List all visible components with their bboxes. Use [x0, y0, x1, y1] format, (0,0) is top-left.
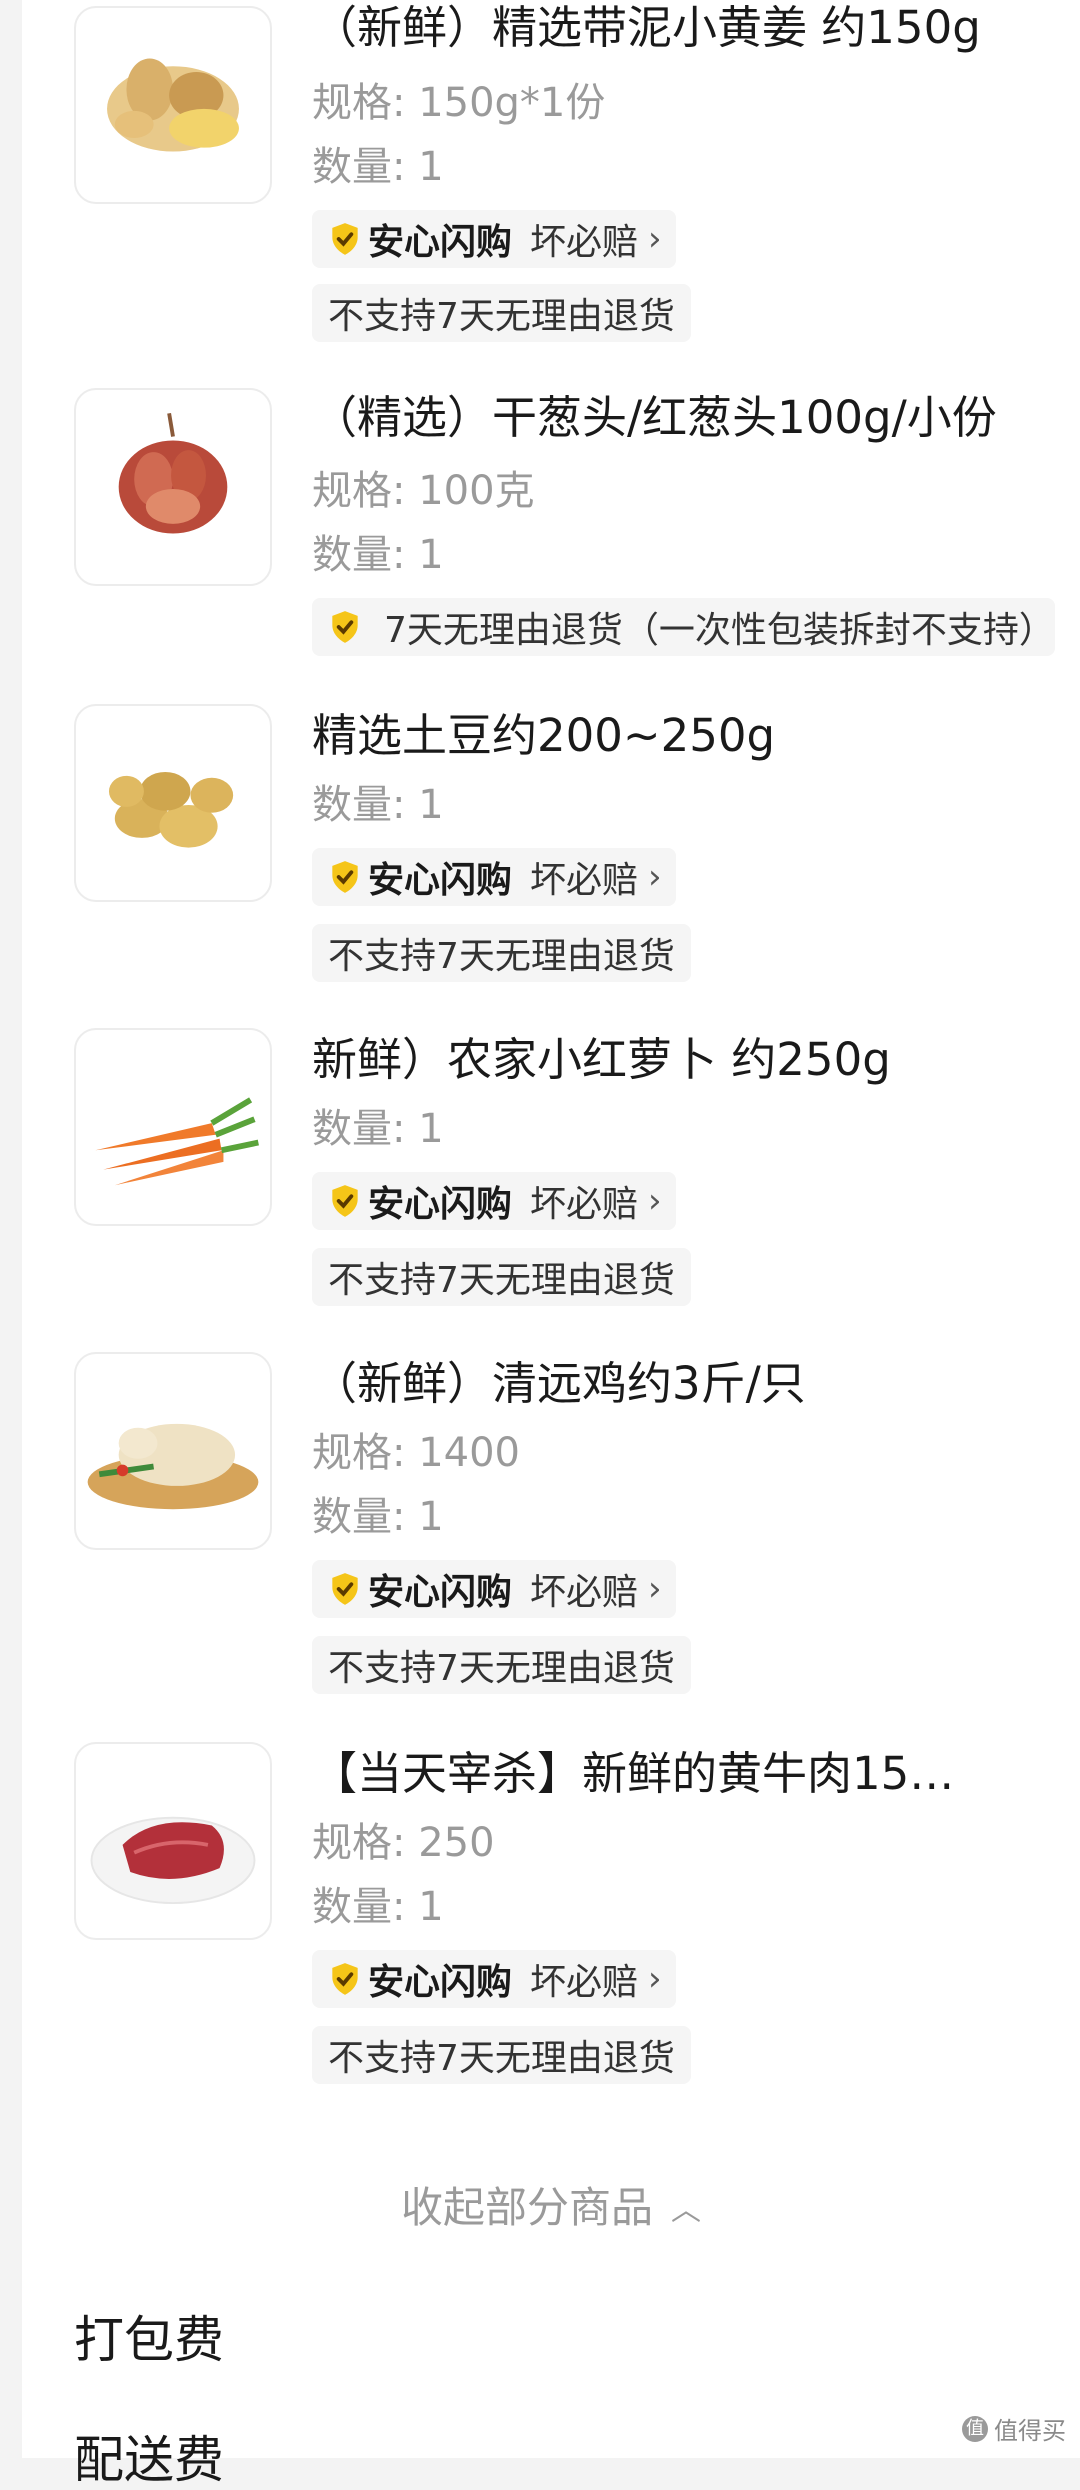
product-quantity: 数量: 1 [312, 1494, 444, 1540]
delivery-fee-label: 配送费 [74, 2431, 224, 2489]
return-policy-tag: 不支持7天无理由退货 [312, 284, 691, 342]
collapse-label: 收起部分商品 [400, 2183, 653, 2232]
order-items-card: （新鲜）精选带泥小黄姜 约150g 规格: 150g*1份 数量: 1 安心闪购… [22, 0, 1080, 2489]
badge-text: 7天无理由退货（一次性包装拆封不支持） [384, 610, 1055, 651]
return-policy-tag: 不支持7天无理由退货 [312, 924, 691, 982]
product-title[interactable]: 【当天宰杀】新鲜的黄牛肉15… [312, 1746, 1080, 1802]
guarantee-badge[interactable]: 安心闪购 坏必赔 › [312, 848, 676, 906]
product-title[interactable]: （新鲜）清远鸡约3斤/只 [312, 1356, 1080, 1412]
guarantee-badge[interactable]: 安心闪购 坏必赔 › [312, 1560, 676, 1618]
product-title[interactable]: （新鲜）精选带泥小黄姜 约150g [312, 0, 1080, 56]
chevron-up-icon: ︿ [671, 2192, 701, 2228]
shallot-image[interactable] [74, 388, 272, 586]
chicken-image[interactable] [74, 1352, 272, 1550]
watermark: 值 值得买 [962, 2411, 1066, 2446]
product-quantity: 数量: 1 [312, 144, 444, 190]
chevron-right-icon: › [648, 1959, 662, 1999]
ginger-image[interactable] [74, 6, 272, 204]
return-policy-tag: 不支持7天无理由退货 [312, 1248, 691, 1306]
badge-brand: 安心闪购 [368, 1962, 513, 2003]
product-quantity: 数量: 1 [312, 532, 444, 578]
badge-brand: 安心闪购 [368, 860, 513, 901]
product-spec: 规格: 250 [312, 1820, 495, 1866]
return-guarantee-badge[interactable]: 7天无理由退货（一次性包装拆封不支持） [312, 598, 1055, 656]
guarantee-badge[interactable]: 安心闪购 坏必赔 › [312, 210, 676, 268]
badge-subtext: 坏必赔 [530, 1184, 639, 1225]
product-title[interactable]: 新鲜）农家小红萝卜 约250g [312, 1032, 1080, 1088]
shield-check-icon [332, 611, 358, 643]
carrot-image[interactable] [74, 1028, 272, 1226]
potato-image[interactable] [74, 704, 272, 902]
shield-check-icon [332, 223, 358, 255]
product-spec: 规格: 1400 [312, 1430, 520, 1476]
chevron-right-icon: › [648, 857, 662, 897]
product-spec: 规格: 100克 [312, 468, 535, 514]
collapse-items-button[interactable]: 收起部分商品 ︿ [22, 2180, 1080, 2239]
return-policy-tag: 不支持7天无理由退货 [312, 2026, 691, 2084]
badge-subtext: 坏必赔 [530, 1572, 639, 1613]
shield-check-icon [332, 1963, 358, 1995]
shield-check-icon [332, 1573, 358, 1605]
badge-brand: 安心闪购 [368, 1184, 513, 1225]
chevron-right-icon: › [648, 1569, 662, 1609]
product-quantity: 数量: 1 [312, 1106, 444, 1152]
beef-image[interactable] [74, 1742, 272, 1940]
watermark-logo-icon: 值 [962, 2415, 988, 2442]
shield-check-icon [332, 1185, 358, 1217]
product-quantity: 数量: 1 [312, 1884, 444, 1930]
chevron-right-icon: › [648, 1181, 662, 1221]
packaging-fee-label: 打包费 [74, 2311, 224, 2369]
guarantee-badge[interactable]: 安心闪购 坏必赔 › [312, 1950, 676, 2008]
product-title[interactable]: 精选土豆约200~250g [312, 708, 1080, 764]
product-spec: 规格: 150g*1份 [312, 80, 606, 126]
chevron-right-icon: › [648, 219, 662, 259]
badge-subtext: 坏必赔 [530, 860, 639, 901]
watermark-text: 值得买 [994, 2417, 1066, 2445]
product-title[interactable]: （精选）干葱头/红葱头100g/小份 [312, 390, 1080, 446]
badge-subtext: 坏必赔 [530, 222, 639, 263]
shield-check-icon [332, 861, 358, 893]
product-quantity: 数量: 1 [312, 782, 444, 828]
guarantee-badge[interactable]: 安心闪购 坏必赔 › [312, 1172, 676, 1230]
return-policy-tag: 不支持7天无理由退货 [312, 1636, 691, 1694]
badge-brand: 安心闪购 [368, 1572, 513, 1613]
badge-brand: 安心闪购 [368, 222, 513, 263]
badge-subtext: 坏必赔 [530, 1962, 639, 2003]
